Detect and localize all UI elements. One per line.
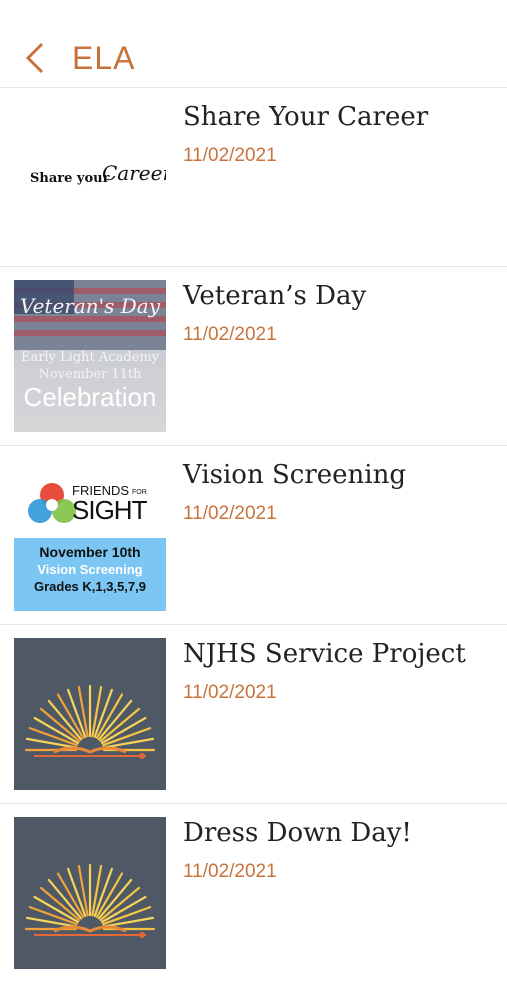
thumb-script-text: Veteran's Day bbox=[19, 294, 161, 318]
item-date: 11/02/2021 bbox=[183, 145, 277, 166]
share-career-thumbnail: Share your Career bbox=[14, 101, 166, 253]
list-item[interactable]: Dress Down Day! 11/02/2021 bbox=[0, 804, 507, 983]
sunburst-book-icon bbox=[24, 863, 156, 938]
thumb-line-2: November 11th bbox=[38, 367, 142, 382]
veterans-day-thumbnail: Veteran's Day Early Light Academy Novemb… bbox=[14, 280, 166, 432]
list-item[interactable]: Share your Career Share Your Career 11/0… bbox=[0, 88, 507, 267]
back-button[interactable] bbox=[20, 38, 52, 78]
thumb-line-3: Celebration bbox=[23, 382, 157, 412]
item-title: Dress Down Day! bbox=[183, 818, 412, 848]
thumb-line-1: November 10th bbox=[39, 544, 141, 560]
item-date: 11/02/2021 bbox=[183, 324, 277, 345]
item-date: 11/02/2021 bbox=[183, 682, 277, 703]
vision-screening-thumbnail: FRIENDS FOR SIGHT November 10th Vision S… bbox=[14, 459, 166, 611]
page-title: ELA bbox=[72, 40, 136, 76]
list-item[interactable]: FRIENDS FOR SIGHT November 10th Vision S… bbox=[0, 446, 507, 625]
item-title: Share Your Career bbox=[183, 102, 429, 132]
thumb-line-3: Grades K,1,3,5,7,9 bbox=[33, 579, 146, 594]
app-header: ELA bbox=[0, 0, 507, 88]
item-title: Veteran’s Day bbox=[183, 281, 367, 311]
logo-main-text: SIGHT bbox=[72, 495, 147, 525]
list-item[interactable]: Veteran's Day Early Light Academy Novemb… bbox=[0, 267, 507, 446]
announcement-list: Share your Career Share Your Career 11/0… bbox=[0, 88, 507, 983]
sunburst-book-icon bbox=[24, 684, 156, 759]
info-panel: November 10th Vision Screening Grades K,… bbox=[14, 538, 166, 611]
thumb-line-1: Early Light Academy bbox=[20, 350, 160, 365]
item-date: 11/02/2021 bbox=[183, 861, 277, 882]
list-item[interactable]: NJHS Service Project 11/02/2021 bbox=[0, 625, 507, 804]
dress-down-thumbnail bbox=[14, 817, 166, 969]
friends-for-sight-logo-icon bbox=[28, 483, 76, 523]
njhs-thumbnail bbox=[14, 638, 166, 790]
chevron-left-icon bbox=[25, 42, 44, 74]
item-title: Vision Screening bbox=[183, 460, 406, 490]
item-date: 11/02/2021 bbox=[183, 503, 277, 524]
thumb-line-2: Vision Screening bbox=[37, 562, 143, 577]
item-title: NJHS Service Project bbox=[183, 639, 466, 669]
thumb-script-text: Career bbox=[102, 161, 166, 185]
thumb-text: Share your bbox=[30, 171, 110, 186]
